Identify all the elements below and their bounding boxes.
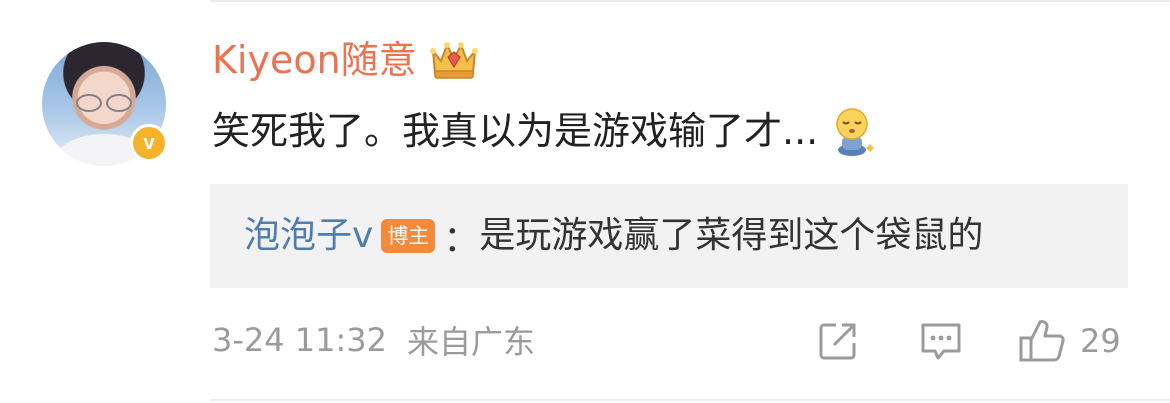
comment-body: 笑死我了。我真以为是游戏输了才... [212,109,819,153]
comment-meta: 3-24 11:32 来自广东 [212,316,535,364]
username-row: Kiyeon随意 [212,34,481,86]
verified-badge: v [130,124,168,162]
comment-text: 笑死我了。我真以为是游戏输了才... [212,103,876,159]
reply-line: 泡泡子v 博主 ： 是玩游戏赢了菜得到这个袋鼠的 [244,208,983,264]
comment-button[interactable] [918,318,964,364]
reply-box[interactable]: 泡泡子v 博主 ： 是玩游戏赢了菜得到这个袋鼠的 [210,184,1128,288]
username[interactable]: Kiyeon随意 [212,34,417,86]
avatar-glasses [76,94,132,112]
crown-badge-icon [429,42,478,79]
comment-time: 3-24 11:32 [212,321,388,359]
reply-username[interactable]: 泡泡子v [244,208,373,264]
thumbs-up-icon [1019,320,1065,362]
reply-colon: ： [443,219,480,260]
bottom-divider [210,399,1170,401]
comment-location: 来自广东 [407,323,536,361]
top-divider [210,0,1170,2]
share-icon [819,323,856,360]
sleepy-face-emoji-icon [836,108,875,156]
reply-text: 是玩游戏赢了菜得到这个袋鼠的 [479,215,984,256]
blogger-tag: 博主 [381,219,436,253]
comment-icon [921,323,961,360]
like-button[interactable]: 29 [1018,318,1121,364]
share-button[interactable] [816,318,860,364]
like-count: 29 [1080,322,1121,360]
